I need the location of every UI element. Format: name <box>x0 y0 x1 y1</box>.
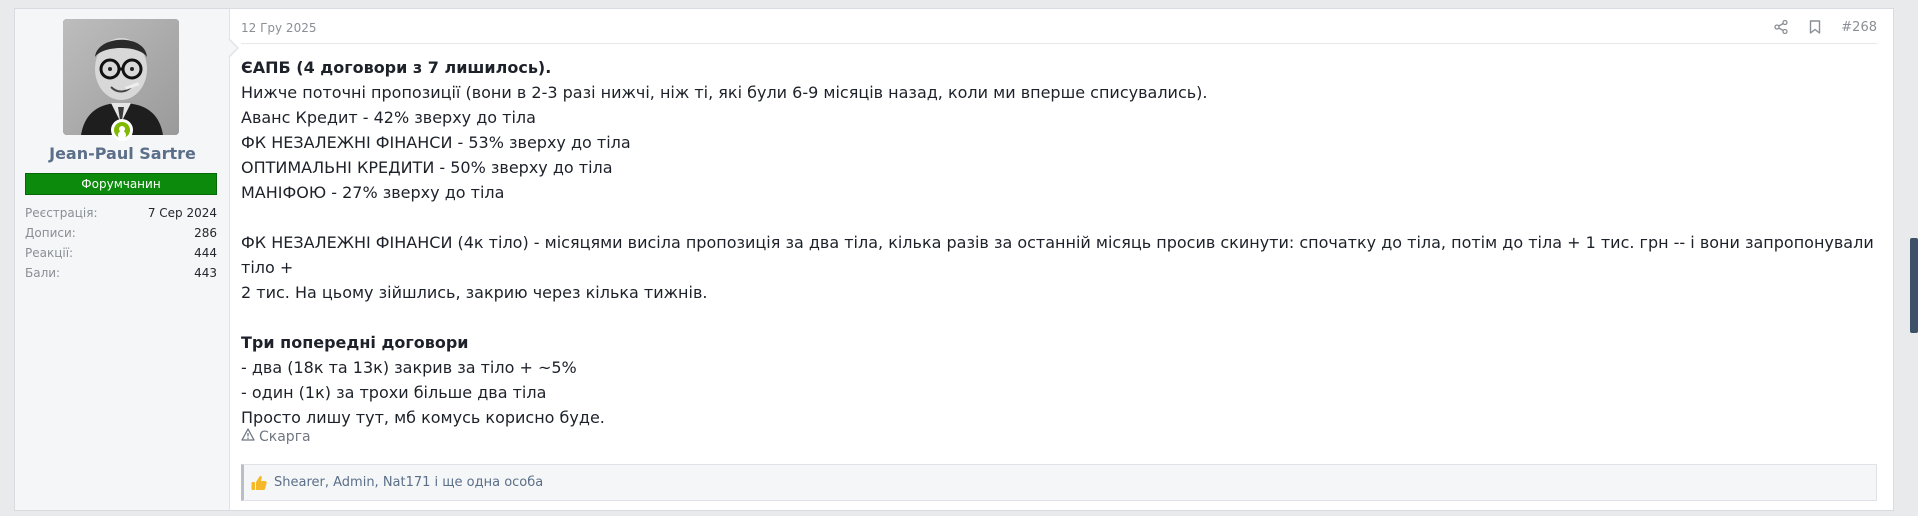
post-body: ЄАПБ (4 договори з 7 лишилось). Нижче по… <box>241 55 1877 430</box>
stat-row-posts: Дописи: 286 <box>25 223 217 243</box>
stat-value[interactable]: 286 <box>194 223 217 243</box>
warning-icon <box>241 428 255 445</box>
avatar[interactable] <box>63 19 179 135</box>
stat-label: Реакції: <box>25 246 74 260</box>
stat-value: 444 <box>194 246 217 260</box>
post-line: ФК НЕЗАЛЕЖНІ ФІНАНСИ (4к тіло) - місяцям… <box>241 233 1874 277</box>
reactions-users[interactable]: Shearer, Admin, Nat171 і ще одна особа <box>274 475 543 490</box>
user-arrow-pointer <box>229 39 239 57</box>
stat-label: Бали: <box>25 266 61 280</box>
post-date[interactable]: 12 Гру 2025 <box>241 21 316 35</box>
post-line: Нижче поточні пропозиції (вони в 2-3 раз… <box>241 83 1208 102</box>
user-title-badge: Форумчанин <box>25 173 217 195</box>
stat-label: Реєстрація: <box>25 206 98 220</box>
post-line: Просто лишу тут, мб комусь корисно буде. <box>241 408 605 427</box>
avatar-portrait <box>63 19 179 135</box>
stat-row-points: Бали: 443 <box>25 263 217 283</box>
user-info-panel: Jean-Paul Sartre Форумчанин Реєстрація: … <box>15 9 230 510</box>
share-icon[interactable] <box>1773 19 1789 35</box>
scrollbar-thumb[interactable] <box>1910 238 1918 333</box>
username[interactable]: Jean-Paul Sartre <box>15 144 230 163</box>
post-header: 12 Гру 2025 #268 <box>241 9 1877 44</box>
scrollbar[interactable] <box>1910 0 1918 516</box>
bookmark-icon[interactable] <box>1807 19 1823 35</box>
post-line: ОПТИМАЛЬНІ КРЕДИТИ - 50% зверху до тіла <box>241 158 613 177</box>
user-stats: Реєстрація: 7 Сер 2024 Дописи: 286 Реакц… <box>25 203 217 283</box>
post-message: Jean-Paul Sartre Форумчанин Реєстрація: … <box>14 8 1894 511</box>
post-actions: #268 <box>1773 19 1877 35</box>
report-label: Скарга <box>259 428 311 445</box>
post-line: - один (1к) за трохи більше два тіла <box>241 383 547 402</box>
post-line: ЄАПБ (4 договори з 7 лишилось). <box>241 58 552 77</box>
post-line: МАНІФОЮ - 27% зверху до тіла <box>241 183 505 202</box>
post-line: 2 тис. На цьому зійшлись, закрию через к… <box>241 283 708 302</box>
post-line: - два (18к та 13к) закрив за тіло + ~5% <box>241 358 577 377</box>
stat-value[interactable]: 443 <box>194 263 217 283</box>
post-line: Три попередні договори <box>241 333 469 352</box>
post-line: ФК НЕЗАЛЕЖНІ ФІНАНСИ - 53% зверху до тіл… <box>241 133 631 152</box>
stat-row-reactions: Реакції: 444 <box>25 243 217 263</box>
stat-label: Дописи: <box>25 226 76 240</box>
post-content: 12 Гру 2025 #268 ЄАПБ (4 договори з 7 ли… <box>241 9 1893 510</box>
stat-value: 7 Сер 2024 <box>147 206 217 220</box>
post-line: Аванс Кредит - 42% зверху до тіла <box>241 108 536 127</box>
report-link[interactable]: Скарга <box>241 428 311 445</box>
like-icon <box>250 474 268 492</box>
post-number-link[interactable]: #268 <box>1841 20 1877 35</box>
online-status-icon <box>111 119 133 141</box>
stat-row-registration: Реєстрація: 7 Сер 2024 <box>25 203 217 223</box>
reactions-bar[interactable]: Shearer, Admin, Nat171 і ще одна особа <box>241 464 1877 501</box>
